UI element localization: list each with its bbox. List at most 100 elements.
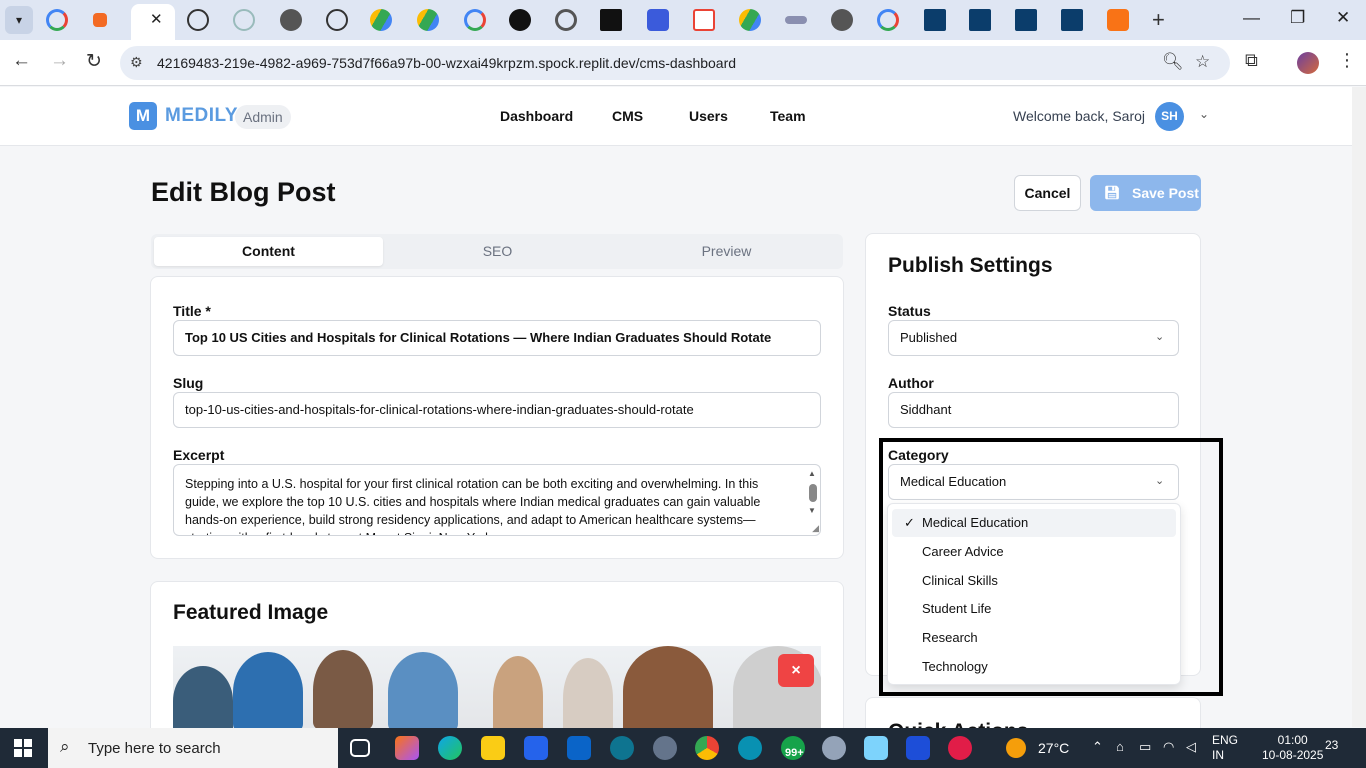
app-icon[interactable] xyxy=(864,736,888,760)
slug-input[interactable]: top-10-us-cities-and-hospitals-for-clini… xyxy=(173,392,821,428)
tab-app-icon[interactable] xyxy=(785,16,807,24)
tab-google-icon[interactable] xyxy=(46,9,68,31)
language-code: ENG xyxy=(1212,733,1239,747)
bookmark-star-icon[interactable]: ☆ xyxy=(1195,52,1210,72)
tab-app-icon[interactable] xyxy=(93,13,107,27)
annotation-highlight xyxy=(879,438,1223,696)
close-window-icon[interactable]: ✕ xyxy=(1336,8,1350,28)
tab-seo[interactable]: SEO xyxy=(383,237,612,266)
title-input[interactable]: Top 10 US Cities and Hospitals for Clini… xyxy=(173,320,821,356)
url-text[interactable]: 42169483-219e-4982-a969-753d7f66a97b-00-… xyxy=(157,55,736,71)
clock[interactable]: 01:00 10-08-2025 xyxy=(1262,733,1323,763)
scroll-up-icon[interactable]: ▲ xyxy=(808,469,816,478)
nav-team[interactable]: Team xyxy=(770,108,806,124)
network-icon[interactable]: ⌂ xyxy=(1116,739,1124,754)
tab-openai-icon[interactable] xyxy=(187,9,209,31)
tab-app-icon[interactable] xyxy=(969,9,991,31)
resize-handle-icon[interactable]: ◢ xyxy=(812,523,819,534)
tab-drive-icon[interactable] xyxy=(370,9,392,31)
brand-name[interactable]: MEDILY xyxy=(165,105,238,127)
app-icon[interactable] xyxy=(948,736,972,760)
tab-app-icon[interactable] xyxy=(600,9,622,31)
tab-drive-icon[interactable] xyxy=(417,9,439,31)
profile-avatar[interactable] xyxy=(1297,52,1319,74)
tab-app-icon[interactable] xyxy=(1107,9,1129,31)
nav-users[interactable]: Users xyxy=(689,108,728,124)
minimize-icon[interactable]: — xyxy=(1243,8,1260,28)
browser-menu-icon[interactable]: ⋮ xyxy=(1338,50,1356,71)
cancel-button[interactable]: Cancel xyxy=(1014,175,1081,211)
tab-openai-icon[interactable] xyxy=(326,9,348,31)
publish-settings-title: Publish Settings xyxy=(888,254,1053,277)
status-label: Status xyxy=(888,303,931,319)
tab-globe-icon[interactable] xyxy=(831,9,853,31)
tab-drive-icon[interactable] xyxy=(739,9,761,31)
tab-search-button[interactable]: ▾ xyxy=(5,6,33,34)
tab-app-icon[interactable] xyxy=(1061,9,1083,31)
volume-icon[interactable]: ◁ xyxy=(1186,739,1196,755)
close-tab-icon[interactable]: ✕ xyxy=(150,10,163,28)
restore-icon[interactable]: ❐ xyxy=(1290,8,1305,28)
store-icon[interactable] xyxy=(524,736,548,760)
taskbar-search[interactable]: ⌕ Type here to search xyxy=(48,728,338,768)
tab-app-icon[interactable] xyxy=(233,9,255,31)
nav-dashboard[interactable]: Dashboard xyxy=(500,108,573,124)
wifi-icon[interactable]: ◠ xyxy=(1163,739,1174,755)
task-view-icon[interactable] xyxy=(350,739,370,757)
zoom-icon[interactable]: 🔍︎ xyxy=(1162,52,1184,72)
address-bar[interactable]: ⚙ 42169483-219e-4982-a969-753d7f66a97b-0… xyxy=(120,46,1230,80)
weather-temp[interactable]: 27°C xyxy=(1038,740,1069,756)
status-select[interactable]: Published xyxy=(888,320,1179,356)
outlook-icon[interactable] xyxy=(567,736,591,760)
excerpt-textarea[interactable]: Stepping into a U.S. hospital for your f… xyxy=(173,464,821,536)
word-icon[interactable] xyxy=(906,736,930,760)
app-icon[interactable] xyxy=(653,736,677,760)
tab-google-icon[interactable] xyxy=(464,9,486,31)
page-scrollbar[interactable] xyxy=(1352,87,1366,727)
tab-google-icon[interactable] xyxy=(877,9,899,31)
nav-cms[interactable]: CMS xyxy=(612,108,643,124)
forward-icon[interactable]: → xyxy=(50,50,69,72)
file-explorer-icon[interactable] xyxy=(481,736,505,760)
featured-image-title: Featured Image xyxy=(173,601,329,624)
save-post-button[interactable]: 💾︎ Save Post xyxy=(1090,175,1201,211)
tab-preview[interactable]: Preview xyxy=(612,237,841,266)
region-code: IN xyxy=(1212,748,1224,762)
tab-content[interactable]: Content xyxy=(154,237,383,266)
chrome-icon[interactable] xyxy=(695,736,719,760)
notification-icon[interactable]: 23 xyxy=(1325,738,1338,752)
tray-chevron-icon[interactable]: ⌃ xyxy=(1092,739,1103,755)
extensions-icon[interactable]: ⧉ xyxy=(1245,50,1258,71)
scroll-thumb[interactable] xyxy=(809,484,817,502)
author-label: Author xyxy=(888,375,934,391)
edge-icon[interactable] xyxy=(438,736,462,760)
tab-gmail-icon[interactable] xyxy=(693,9,715,31)
remove-image-button[interactable]: × xyxy=(778,654,814,687)
tab-app-icon[interactable] xyxy=(1015,9,1037,31)
tab-x-icon[interactable] xyxy=(509,9,531,31)
language-indicator[interactable]: ENG IN xyxy=(1212,733,1238,763)
chevron-down-icon[interactable]: ⌄ xyxy=(1199,107,1209,121)
tab-app-icon[interactable] xyxy=(555,9,577,31)
tab-forms-icon[interactable] xyxy=(647,9,669,31)
author-input[interactable]: Siddhant xyxy=(888,392,1179,428)
person-figure xyxy=(623,646,713,728)
app-icon[interactable] xyxy=(738,736,762,760)
site-info-icon[interactable]: ⚙ xyxy=(130,54,143,71)
windows-start-icon[interactable] xyxy=(14,739,32,757)
scroll-down-icon[interactable]: ▼ xyxy=(808,506,816,515)
browser-toolbar: ← → ↻ ⚙ 42169483-219e-4982-a969-753d7f66… xyxy=(0,40,1366,86)
logo-icon[interactable]: M xyxy=(129,102,157,130)
app-icon[interactable] xyxy=(610,736,634,760)
tab-globe-icon[interactable] xyxy=(280,9,302,31)
save-post-label: Save Post xyxy=(1132,185,1199,201)
battery-icon[interactable]: ▭ xyxy=(1139,739,1151,755)
app-icon[interactable] xyxy=(395,736,419,760)
tab-app-icon[interactable] xyxy=(924,9,946,31)
back-icon[interactable]: ← xyxy=(12,50,31,72)
new-tab-icon[interactable]: + xyxy=(1152,7,1165,33)
reload-icon[interactable]: ↻ xyxy=(86,50,102,73)
avatar[interactable]: SH xyxy=(1155,102,1184,131)
quick-actions-title: Quick Actions xyxy=(888,720,1028,728)
app-icon[interactable] xyxy=(822,736,846,760)
